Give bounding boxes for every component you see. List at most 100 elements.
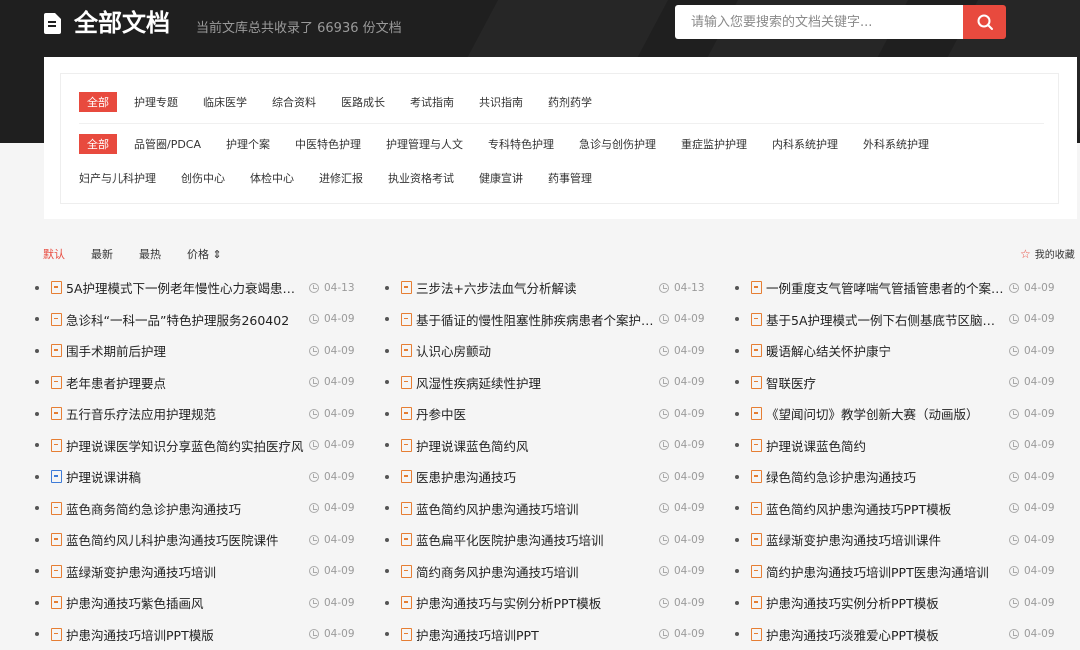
document-title[interactable]: 三步法+六步法血气分析解读 xyxy=(416,278,656,297)
category-tag[interactable]: 外科系统护理 xyxy=(863,136,929,152)
search-button[interactable] xyxy=(963,5,1006,39)
document-item[interactable]: 蓝色简约风护患沟通技巧培训04-09 xyxy=(385,493,725,525)
category-tag[interactable]: 全部 xyxy=(79,92,117,112)
document-title[interactable]: 护患沟通技巧实例分析PPT模板 xyxy=(766,593,1006,612)
document-title[interactable]: 《望闻问切》教学创新大赛（动画版） xyxy=(766,404,1006,423)
document-item[interactable]: 护理说课蓝色简约04-09 xyxy=(735,430,1075,462)
document-item[interactable]: 绿色简约急诊护患沟通技巧04-09 xyxy=(735,461,1075,493)
document-title[interactable]: 蓝色简约风护患沟通技巧培训 xyxy=(416,499,656,518)
document-item[interactable]: 简约商务风护患沟通技巧培训04-09 xyxy=(385,556,725,588)
category-tag[interactable]: 专科特色护理 xyxy=(488,136,554,152)
category-tag[interactable]: 创伤中心 xyxy=(181,170,225,186)
document-title[interactable]: 蓝色简约风护患沟通技巧PPT模板 xyxy=(766,499,1006,518)
document-item[interactable]: 蓝色简约风护患沟通技巧PPT模板04-09 xyxy=(735,493,1075,525)
document-title[interactable]: 护理说课蓝色简约风 xyxy=(416,436,656,455)
document-title[interactable]: 护患沟通技巧与实例分析PPT模板 xyxy=(416,593,656,612)
category-tag[interactable]: 临床医学 xyxy=(203,94,247,110)
document-title[interactable]: 围手术期前后护理 xyxy=(66,341,306,360)
document-title[interactable]: 五行音乐疗法应用护理规范 xyxy=(66,404,306,423)
category-tag[interactable]: 执业资格考试 xyxy=(388,170,454,186)
document-title[interactable]: 一例重度支气管哮喘气管插管患者的个案护... xyxy=(766,278,1006,297)
category-tag[interactable]: 护理个案 xyxy=(226,136,270,152)
category-tag[interactable]: 进修汇报 xyxy=(319,170,363,186)
category-tag[interactable]: 体检中心 xyxy=(250,170,294,186)
document-item[interactable]: 蓝绿渐变护患沟通技巧培训课件04-09 xyxy=(735,524,1075,556)
document-item[interactable]: 蓝色扁平化医院护患沟通技巧培训04-09 xyxy=(385,524,725,556)
category-tag[interactable]: 综合资料 xyxy=(272,94,316,110)
document-item[interactable]: 三步法+六步法血气分析解读04-13 xyxy=(385,272,725,304)
document-item[interactable]: 护患沟通技巧淡雅爱心PPT模板04-09 xyxy=(735,619,1075,650)
document-item[interactable]: 五行音乐疗法应用护理规范04-09 xyxy=(35,398,375,430)
category-tag[interactable]: 护理专题 xyxy=(134,94,178,110)
category-tag[interactable]: 中医特色护理 xyxy=(295,136,361,152)
category-tag[interactable]: 医路成长 xyxy=(341,94,385,110)
my-favorites-link[interactable]: ☆ 我的收藏 xyxy=(1020,246,1075,261)
document-title[interactable]: 智联医疗 xyxy=(766,373,1006,392)
document-item[interactable]: 蓝色简约风儿科护患沟通技巧医院课件04-09 xyxy=(35,524,375,556)
sort-option[interactable]: 默认 xyxy=(43,246,65,262)
document-item[interactable]: 暖语解心结关怀护康宁04-09 xyxy=(735,335,1075,367)
document-title[interactable]: 简约商务风护患沟通技巧培训 xyxy=(416,562,656,581)
sort-option[interactable]: 价格 ⇕ xyxy=(187,246,222,262)
document-title[interactable]: 护患沟通技巧培训PPT模版 xyxy=(66,625,306,644)
document-item[interactable]: 护患沟通技巧实例分析PPT模板04-09 xyxy=(735,587,1075,619)
search-input[interactable] xyxy=(675,5,963,39)
document-title[interactable]: 护患沟通技巧紫色插画风 xyxy=(66,593,306,612)
document-title[interactable]: 认识心房颤动 xyxy=(416,341,656,360)
category-tag[interactable]: 急诊与创伤护理 xyxy=(579,136,656,152)
document-item[interactable]: 智联医疗04-09 xyxy=(735,367,1075,399)
document-item[interactable]: 护理说课蓝色简约风04-09 xyxy=(385,430,725,462)
category-tag[interactable]: 药剂药学 xyxy=(548,94,592,110)
document-item[interactable]: 护理说课医学知识分享蓝色简约实拍医疗风04-09 xyxy=(35,430,375,462)
document-item[interactable]: 5A护理模式下一例老年慢性心力衰竭患者...04-13 xyxy=(35,272,375,304)
document-item[interactable]: 认识心房颤动04-09 xyxy=(385,335,725,367)
document-item[interactable]: 护患沟通技巧与实例分析PPT模板04-09 xyxy=(385,587,725,619)
document-title[interactable]: 护患沟通技巧淡雅爱心PPT模板 xyxy=(766,625,1006,644)
document-item[interactable]: 丹参中医04-09 xyxy=(385,398,725,430)
document-title[interactable]: 丹参中医 xyxy=(416,404,656,423)
document-title[interactable]: 绿色简约急诊护患沟通技巧 xyxy=(766,467,1006,486)
document-title[interactable]: 蓝色简约风儿科护患沟通技巧医院课件 xyxy=(66,530,306,549)
document-title[interactable]: 暖语解心结关怀护康宁 xyxy=(766,341,1006,360)
document-title[interactable]: 医患护患沟通技巧 xyxy=(416,467,656,486)
document-title[interactable]: 基于5A护理模式一例下右侧基底节区脑出... xyxy=(766,310,1006,329)
document-title[interactable]: 蓝色商务简约急诊护患沟通技巧 xyxy=(66,499,306,518)
document-item[interactable]: 基于循证的慢性阻塞性肺疾病患者个案护理...04-09 xyxy=(385,304,725,336)
document-item[interactable]: 护患沟通技巧培训PPT04-09 xyxy=(385,619,725,650)
category-tag[interactable]: 内科系统护理 xyxy=(772,136,838,152)
category-tag[interactable]: 品管圈/PDCA xyxy=(134,136,201,152)
document-item[interactable]: 护理说课讲稿04-09 xyxy=(35,461,375,493)
document-item[interactable]: 基于5A护理模式一例下右侧基底节区脑出...04-09 xyxy=(735,304,1075,336)
document-item[interactable]: 护患沟通技巧紫色插画风04-09 xyxy=(35,587,375,619)
category-tag[interactable]: 重症监护护理 xyxy=(681,136,747,152)
document-title[interactable]: 蓝色扁平化医院护患沟通技巧培训 xyxy=(416,530,656,549)
category-tag[interactable]: 全部 xyxy=(79,134,117,154)
document-title[interactable]: 基于循证的慢性阻塞性肺疾病患者个案护理... xyxy=(416,310,656,329)
document-title[interactable]: 5A护理模式下一例老年慢性心力衰竭患者... xyxy=(66,278,306,297)
document-item[interactable]: 围手术期前后护理04-09 xyxy=(35,335,375,367)
category-tag[interactable]: 共识指南 xyxy=(479,94,523,110)
document-title[interactable]: 简约护患沟通技巧培训PPT医患沟通培训 xyxy=(766,562,1006,581)
document-title[interactable]: 风湿性疾病延续性护理 xyxy=(416,373,656,392)
document-title[interactable]: 护理说课讲稿 xyxy=(66,467,306,486)
document-item[interactable]: 护患沟通技巧培训PPT模版04-09 xyxy=(35,619,375,650)
document-item[interactable]: 蓝色商务简约急诊护患沟通技巧04-09 xyxy=(35,493,375,525)
document-item[interactable]: 蓝绿渐变护患沟通技巧培训04-09 xyxy=(35,556,375,588)
category-tag[interactable]: 药事管理 xyxy=(548,170,592,186)
document-title[interactable]: 老年患者护理要点 xyxy=(66,373,306,392)
category-tag[interactable]: 护理管理与人文 xyxy=(386,136,463,152)
document-item[interactable]: 一例重度支气管哮喘气管插管患者的个案护...04-09 xyxy=(735,272,1075,304)
document-title[interactable]: 护患沟通技巧培训PPT xyxy=(416,625,656,644)
document-item[interactable]: 医患护患沟通技巧04-09 xyxy=(385,461,725,493)
document-item[interactable]: 《望闻问切》教学创新大赛（动画版）04-09 xyxy=(735,398,1075,430)
document-title[interactable]: 护理说课医学知识分享蓝色简约实拍医疗风 xyxy=(66,436,306,455)
document-item[interactable]: 简约护患沟通技巧培训PPT医患沟通培训04-09 xyxy=(735,556,1075,588)
document-item[interactable]: 风湿性疾病延续性护理04-09 xyxy=(385,367,725,399)
document-title[interactable]: 蓝绿渐变护患沟通技巧培训课件 xyxy=(766,530,1006,549)
document-item[interactable]: 老年患者护理要点04-09 xyxy=(35,367,375,399)
document-title[interactable]: 急诊科“一科一品”特色护理服务260402 xyxy=(66,310,306,329)
category-tag[interactable]: 考试指南 xyxy=(410,94,454,110)
document-title[interactable]: 蓝绿渐变护患沟通技巧培训 xyxy=(66,562,306,581)
document-title[interactable]: 护理说课蓝色简约 xyxy=(766,436,1006,455)
document-item[interactable]: 急诊科“一科一品”特色护理服务26040204-09 xyxy=(35,304,375,336)
